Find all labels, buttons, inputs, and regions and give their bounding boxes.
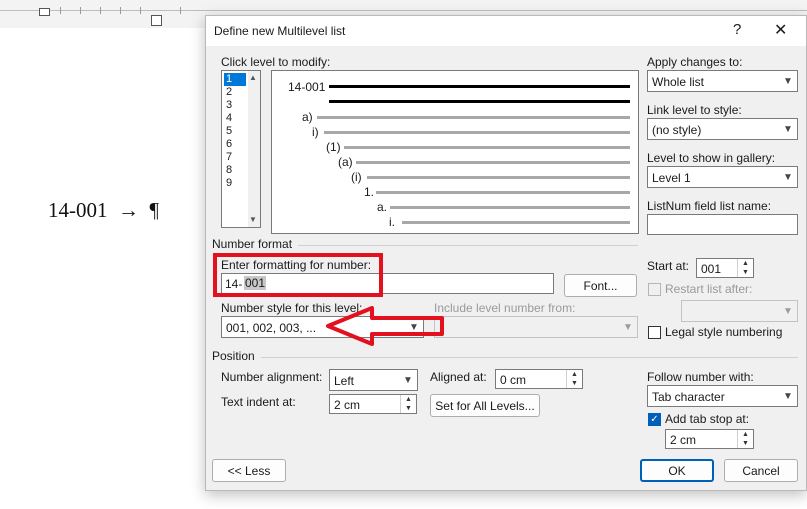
annotation-arrow bbox=[326, 306, 444, 346]
